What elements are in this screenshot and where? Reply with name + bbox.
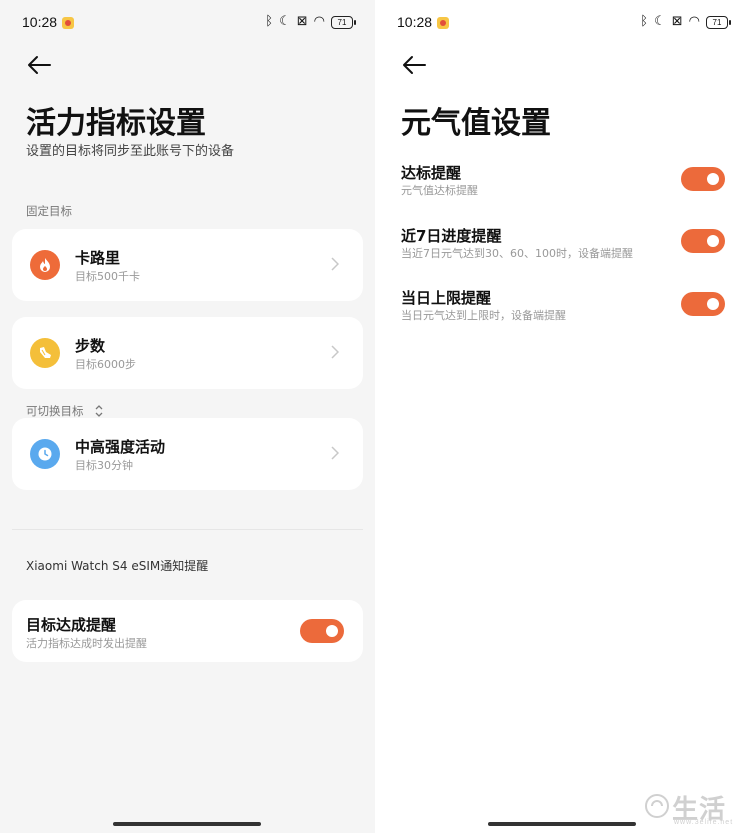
- moon-icon: ☾: [279, 14, 291, 29]
- setting-title: 达标提醒: [401, 164, 462, 182]
- goal-title: 中高强度活动: [75, 438, 166, 456]
- home-indicator[interactable]: [488, 822, 636, 826]
- sim-off-icon: ⊠: [296, 14, 308, 29]
- back-arrow-icon[interactable]: [401, 54, 427, 76]
- page-subtitle: 设置的目标将同步至此账号下的设备: [26, 144, 235, 159]
- wifi-icon: ◠: [313, 14, 325, 29]
- setting-subtitle: 元气值达标提醒: [401, 184, 478, 197]
- goal-reminder-card: 目标达成提醒 活力指标达成时发出提醒: [12, 600, 363, 662]
- page-title: 元气值设置: [401, 106, 551, 141]
- goal-title: 步数: [75, 337, 106, 355]
- daily-limit-reminder-toggle[interactable]: [681, 292, 725, 316]
- status-bar: 10:28 ᛒ ☾ ⊠ ◠ 71: [0, 0, 375, 46]
- bluetooth-icon: ᛒ: [640, 14, 649, 29]
- goal-card-steps[interactable]: 步数 目标6000步: [12, 317, 363, 389]
- seven-day-reminder-toggle[interactable]: [681, 229, 725, 253]
- divider: [12, 529, 363, 530]
- fixed-goals-label: 固定目标: [26, 204, 72, 218]
- goal-reminder-toggle[interactable]: [300, 619, 344, 643]
- goal-subtitle: 目标500千卡: [75, 270, 140, 283]
- wifi-icon: ◠: [688, 14, 700, 29]
- shoe-icon: [30, 338, 60, 368]
- sim-off-icon: ⊠: [671, 14, 683, 29]
- right-screen: 10:28 ᛒ ☾ ⊠ ◠ 71 元气值设置 达标提醒 元气值达标提醒 近7日进…: [375, 0, 750, 833]
- device-label: Xiaomi Watch S4 eSIM通知提醒: [26, 559, 209, 573]
- goal-reminder-subtitle: 活力指标达成时发出提醒: [26, 637, 147, 650]
- page-title: 活力指标设置: [26, 106, 206, 141]
- goal-title: 卡路里: [75, 249, 121, 267]
- moon-icon: ☾: [654, 14, 666, 29]
- watermark: 生活 www.3elife.net: [644, 791, 744, 827]
- clock-icon: [30, 439, 60, 469]
- app-notification-icon: [62, 17, 74, 29]
- status-bar: 10:28 ᛒ ☾ ⊠ ◠ 71: [375, 0, 750, 46]
- setting-title: 近7日进度提醒: [401, 227, 502, 245]
- left-screen: 10:28 ᛒ ☾ ⊠ ◠ 71 活力指标设置 设置的目标将同步至此账号下的设备…: [0, 0, 375, 833]
- watermark-logo-icon: [645, 794, 669, 818]
- back-arrow-icon[interactable]: [26, 54, 52, 76]
- setting-subtitle: 当日元气达到上限时，设备端提醒: [401, 309, 566, 322]
- flame-icon: [30, 250, 60, 280]
- chevron-right-icon: [331, 345, 339, 359]
- goal-card-calories[interactable]: 卡路里 目标500千卡: [12, 229, 363, 301]
- status-time: 10:28: [397, 14, 433, 30]
- battery-icon: 71: [331, 15, 356, 29]
- goal-card-activity[interactable]: 中高强度活动 目标30分钟: [12, 418, 363, 490]
- reach-reminder-toggle[interactable]: [681, 167, 725, 191]
- switchable-goals-label[interactable]: 可切换目标: [26, 403, 104, 419]
- watermark-url: www.3elife.net: [674, 819, 734, 826]
- setting-subtitle: 当近7日元气达到30、60、100时，设备端提醒: [401, 247, 633, 260]
- chevron-right-icon: [331, 446, 339, 460]
- goal-subtitle: 目标30分钟: [75, 459, 133, 472]
- switch-arrows-icon[interactable]: [94, 405, 104, 417]
- app-notification-icon: [437, 17, 449, 29]
- battery-icon: 71: [706, 15, 731, 29]
- goal-subtitle: 目标6000步: [75, 358, 136, 371]
- bluetooth-icon: ᛒ: [265, 14, 274, 29]
- chevron-right-icon: [331, 257, 339, 271]
- goal-reminder-title: 目标达成提醒: [26, 616, 117, 634]
- home-indicator[interactable]: [113, 822, 261, 826]
- status-time: 10:28: [22, 14, 58, 30]
- setting-title: 当日上限提醒: [401, 289, 492, 307]
